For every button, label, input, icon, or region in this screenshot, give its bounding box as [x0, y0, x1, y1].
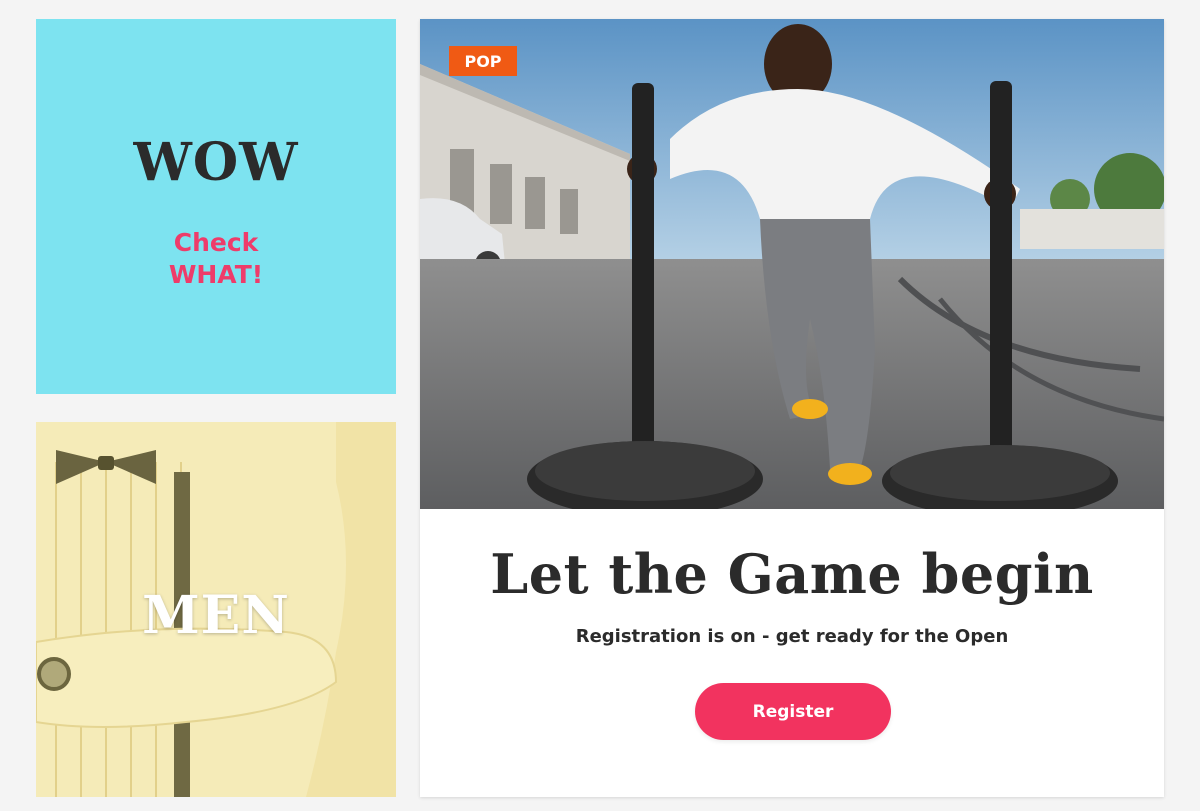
register-button[interactable]: Register — [695, 683, 891, 740]
promo-subtitle-line-2: WHAT! — [168, 260, 264, 289]
promo-subtitle-line-1: Check — [173, 228, 259, 257]
headline: Let the Game begin — [490, 542, 1094, 606]
pop-badge: POP — [449, 46, 517, 76]
promo-subtitle: Check WHAT! — [169, 227, 263, 291]
men-category-label: MEN — [142, 585, 290, 646]
promo-title: WOW — [133, 132, 299, 193]
feature-card: POP Let the Game begin Registration is o… — [420, 19, 1164, 797]
subline: Registration is on - get ready for the O… — [575, 626, 1009, 647]
men-category-tile[interactable]: MEN — [36, 422, 396, 797]
hero-image: POP — [420, 19, 1164, 509]
promo-tile[interactable]: WOW Check WHAT! — [36, 19, 396, 394]
athlete-sled-photo — [420, 19, 1164, 509]
